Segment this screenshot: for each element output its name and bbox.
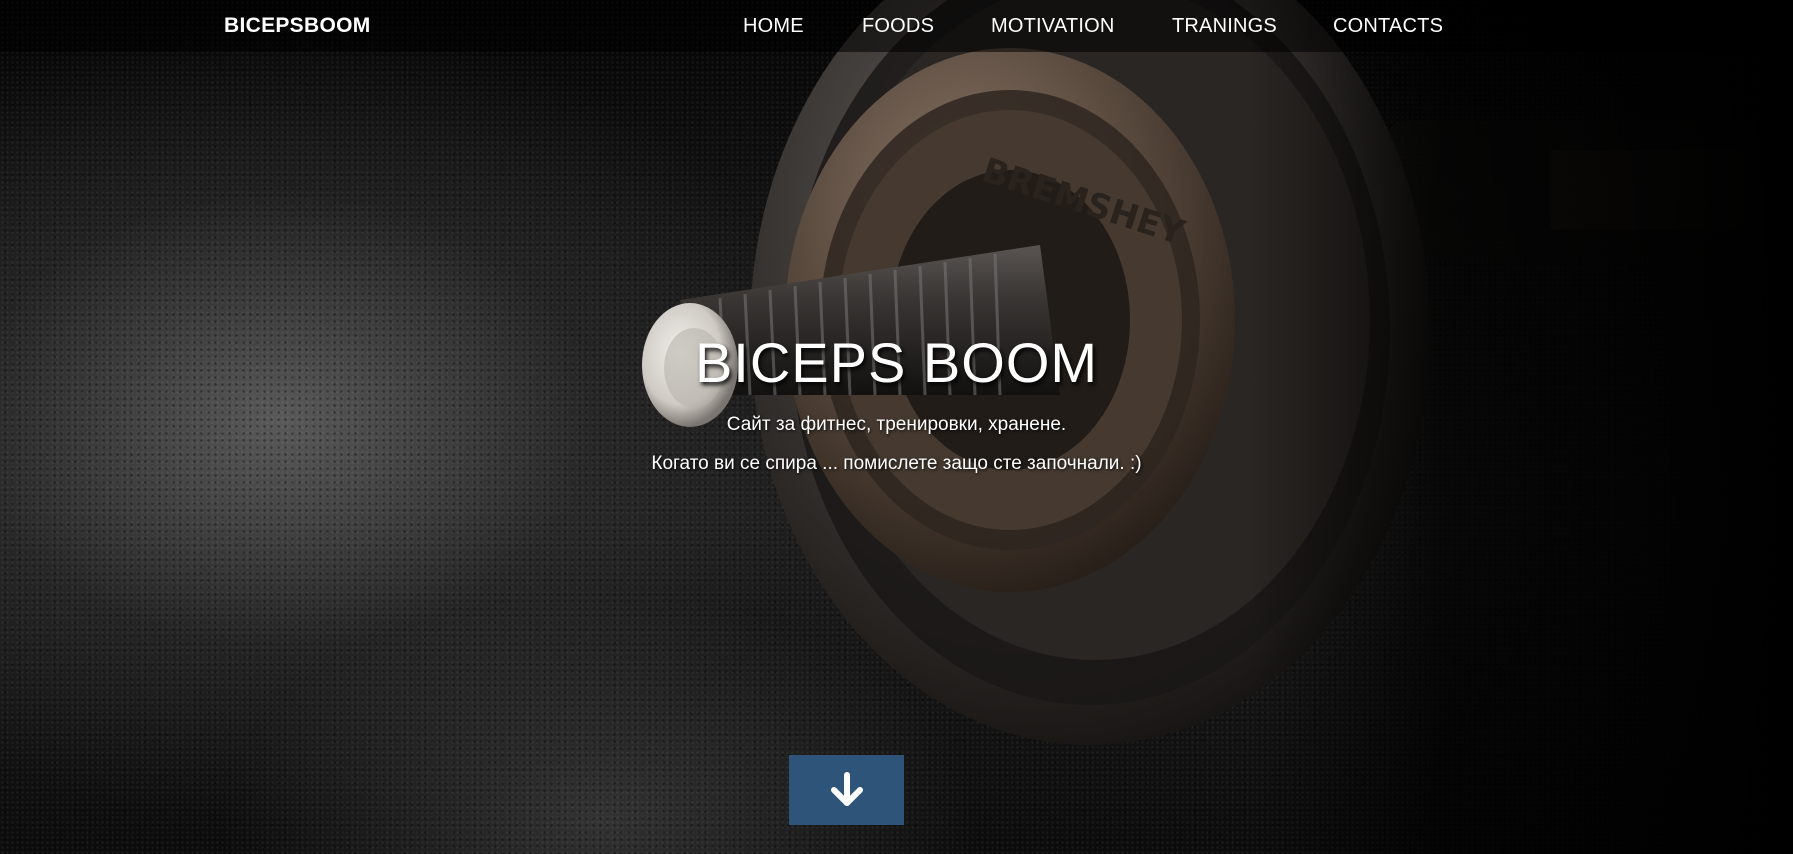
nav-link-tranings[interactable]: TRANINGS bbox=[1172, 15, 1277, 38]
nav-link-motivation[interactable]: MOTIVATION bbox=[991, 15, 1114, 38]
hero-title: BICEPS BOOM bbox=[694, 331, 1099, 394]
hero-tagline: Когато ви се спира ... помислете защо ст… bbox=[651, 453, 1142, 474]
top-navbar: BICEPSBOOM HOME FOODS MOTIVATION TRANING… bbox=[0, 0, 1793, 52]
scroll-down-button[interactable] bbox=[789, 755, 904, 825]
nav-link-home[interactable]: HOME bbox=[743, 15, 804, 38]
nav-link-foods[interactable]: FOODS bbox=[862, 15, 934, 38]
nav-link-contacts[interactable]: CONTACTS bbox=[1333, 15, 1443, 38]
brand-logo-link[interactable]: BICEPSBOOM bbox=[224, 14, 371, 38]
arrow-down-icon bbox=[830, 772, 863, 806]
hero-subtitle: Сайт за фитнес, тренировки, хранене. bbox=[726, 414, 1067, 435]
